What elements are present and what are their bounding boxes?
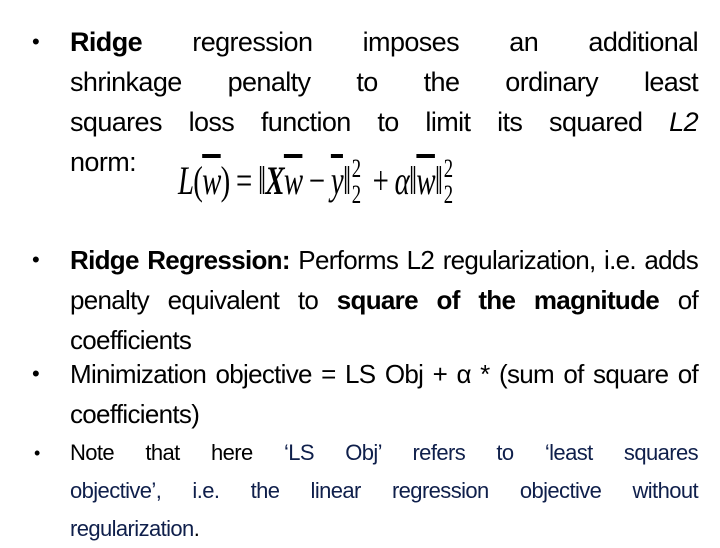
formula-paren: ) xyxy=(220,158,231,203)
bold-term: square of the magnitude xyxy=(336,285,660,315)
text-run: Note that here xyxy=(70,440,284,465)
ridge-loss-formula: L(w) = ‖Xw − y‖ 2 2 + α‖w‖ 2 2 xyxy=(178,150,458,212)
text-run: objective’, i.e. the linear regression o… xyxy=(70,478,699,503)
italic-term: L2 xyxy=(669,107,698,137)
text-run: norm: xyxy=(70,147,137,177)
formula-equals: = xyxy=(229,158,259,203)
formula-w-bar: w xyxy=(283,158,303,203)
formula-subscript: 2 xyxy=(443,180,453,209)
bullet-dot-icon: • xyxy=(32,247,40,272)
bold-term: Ridge Regression: xyxy=(70,245,290,275)
bold-term: Ridge xyxy=(70,27,143,57)
bullet-ridge-definition: • Ridge Regression: Performs L2 regulari… xyxy=(32,240,699,360)
bullet-line: objective’, i.e. the linear regression o… xyxy=(70,472,699,510)
formula-w-bar: w xyxy=(416,158,435,203)
text-run: Minimization objective = LS Obj + α * (s… xyxy=(70,359,699,429)
formula-scripts: 22 xyxy=(442,150,458,212)
formula-norm-bar: ‖ xyxy=(409,158,417,203)
formula-w-bar: w xyxy=(202,158,221,203)
bullet-note: • Note that here ‘LS Obj’ refers to ‘lea… xyxy=(34,434,699,548)
text-run: regression imposes an additional xyxy=(142,27,698,57)
formula-scripts: 22 xyxy=(350,150,366,212)
text-run: . xyxy=(193,516,200,541)
formula-plus: + xyxy=(366,158,395,203)
text-run: ‘LS Obj’ refers to ‘least squares xyxy=(283,440,699,465)
bullet-dot-icon: • xyxy=(34,443,40,463)
formula-paren: ( xyxy=(193,158,203,203)
formula-matrix-x: X xyxy=(265,158,284,203)
bullet-line: Note that here ‘LS Obj’ refers to ‘least… xyxy=(70,434,699,472)
text-run: squares loss function to limit its squar… xyxy=(70,107,670,137)
formula-norm-bar: ‖ xyxy=(342,158,351,203)
bullet-line: Ridge regression imposes an additional xyxy=(70,22,699,62)
bullet-line: shrinkage penalty to the ordinary least xyxy=(70,62,699,102)
text-run: shrinkage penalty to the ordinary least xyxy=(70,67,699,97)
formula-norm-bar: ‖ xyxy=(434,158,443,203)
formula-y-bar: y xyxy=(330,158,344,203)
formula-lhs-fn: L xyxy=(178,158,194,203)
bullet-line: squares loss function to limit its squar… xyxy=(70,102,699,142)
formula-minus: − xyxy=(302,158,331,203)
formula-alpha: α xyxy=(394,158,410,203)
text-run: regularization xyxy=(70,516,194,541)
formula-subscript: 2 xyxy=(351,180,361,209)
bullet-minimization-objective: • Minimization objective = LS Obj + α * … xyxy=(32,354,699,434)
bullet-dot-icon: • xyxy=(32,29,40,54)
bullet-dot-icon: • xyxy=(32,361,40,386)
slide: • Ridge regression imposes an additional… xyxy=(0,0,720,541)
bullet-line: regularization. xyxy=(70,510,698,548)
